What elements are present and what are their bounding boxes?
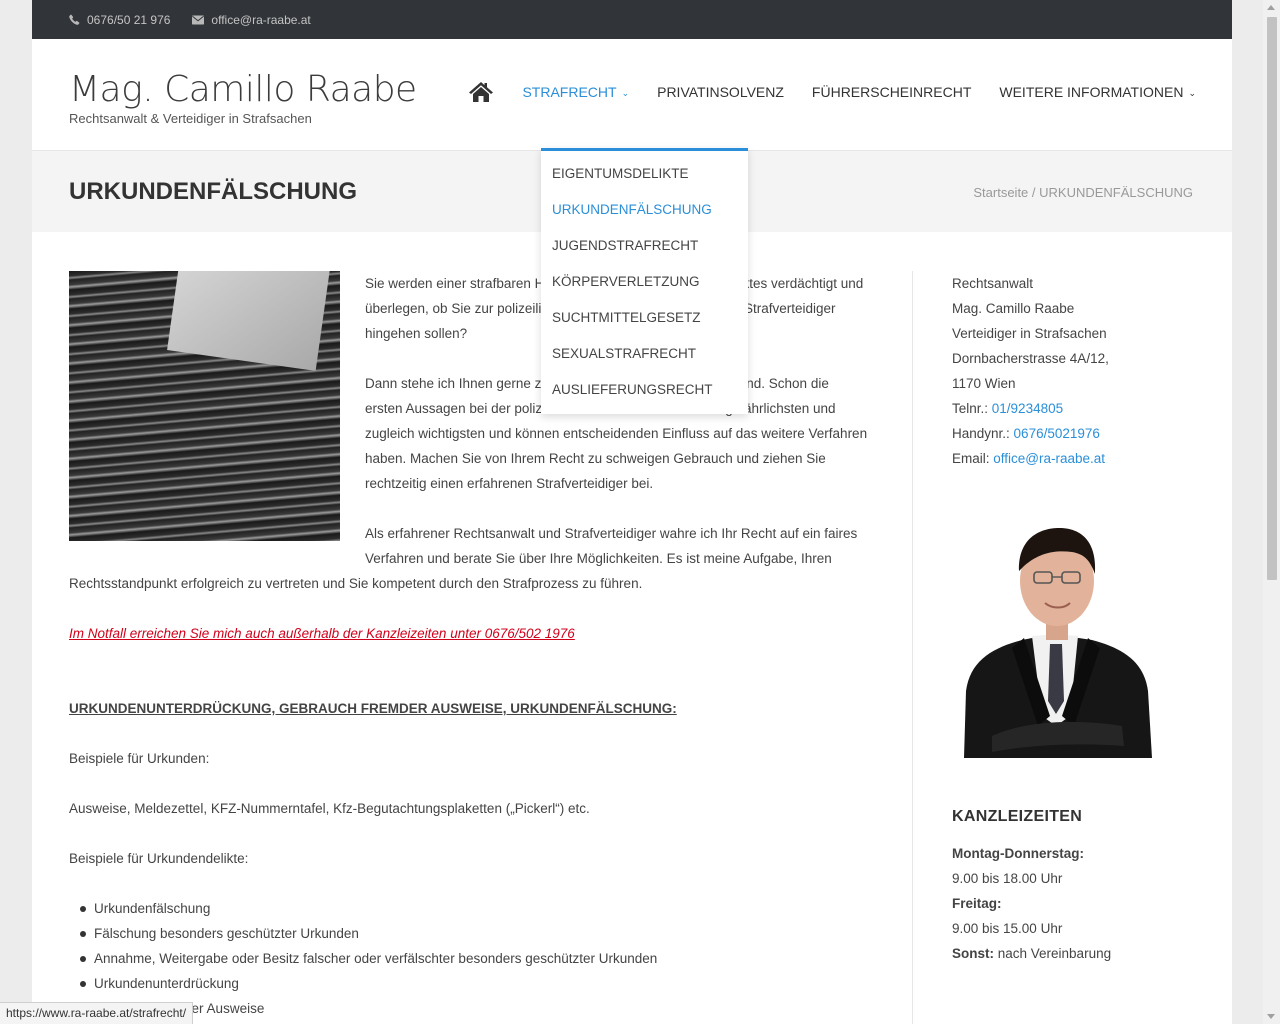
dropdown-item-eigentumsdelikte[interactable]: EIGENTUMSDELIKTE [541,156,748,192]
nav-home-link[interactable] [468,81,494,103]
tel-link[interactable]: 01/9234805 [992,401,1063,416]
top-bar: 0676/50 21 976 office@ra-raabe.at [32,0,1232,39]
lawyer-portrait [952,526,1162,758]
site-title[interactable]: Mag. Camillo Raabe [69,69,417,110]
site-subtitle: Rechtsanwalt & Verteidiger in Strafsache… [69,111,312,126]
breadcrumb-home-link[interactable]: Startseite [973,185,1028,200]
portrait-image [964,528,1152,758]
sidebar: Rechtsanwalt Mag. Camillo Raabe Verteidi… [952,271,1202,966]
list-item: Urkundenfälschung [69,896,869,921]
urkunden-examples-label: Beispiele für Urkunden: [69,751,210,766]
topbar-email[interactable]: office@ra-raabe.at [192,12,311,27]
scroll-down-arrow-icon[interactable] [1267,1014,1275,1019]
main-nav: STRAFRECHT ⌄ PRIVATINSOLVENZ FÜHRERSCHEI… [468,81,1196,103]
strafrecht-dropdown-menu: EIGENTUMSDELIKTE URKUNDENFÄLSCHUNG JUGEN… [541,148,748,414]
hours-sonst: Sonst: nach Vereinbarung [952,941,1202,966]
email-label: Email: [952,451,994,466]
topbar-email-text: office@ra-raabe.at [211,12,311,27]
scroll-up-arrow-icon[interactable] [1267,5,1275,10]
nav-strafrecht[interactable]: STRAFRECHT ⌄ [522,84,629,100]
nav-privatinsolvenz[interactable]: PRIVATINSOLVENZ [657,84,784,100]
sidebar-line-street: Dornbacherstrasse 4A/12, [952,351,1109,366]
hours-fr: 9.00 bis 15.00 Uhr [952,921,1063,936]
topbar-phone[interactable]: 0676/50 21 976 [69,13,170,27]
breadcrumb: Startseite / URKUNDENFÄLSCHUNG [973,185,1193,200]
topbar-phone-text: 0676/50 21 976 [87,12,171,27]
sidebar-email: Email: office@ra-raabe.at [952,446,1202,471]
hours-fr-label-text: Freitag: [952,896,1002,911]
tel-label: Telnr.: [952,401,992,416]
section-heading: URKUNDENUNTERDRÜCKUNG, GEBRAUCH FREMDER … [69,701,677,716]
dropdown-item-urkundenfaelschung[interactable]: URKUNDENFÄLSCHUNG [541,192,748,228]
urkunden-examples: Ausweise, Meldezettel, KFZ-Nummerntafel,… [69,801,590,816]
phone-icon [69,14,80,25]
page: 0676/50 21 976 office@ra-raabe.at Mag. C… [32,0,1232,1024]
page-title: URKUNDENFÄLSCHUNG [69,178,357,205]
dropdown-item-koerperverletzung[interactable]: KÖRPERVERLETZUNG [541,264,748,300]
handy-link[interactable]: 0676/5021976 [1014,426,1100,441]
nav-fuehrerscheinrecht-label: FÜHRERSCHEINRECHT [811,84,972,100]
column-divider [912,271,913,1024]
scrollbar-thumb[interactable] [1267,17,1277,580]
list-item: Fälschung besonders geschützter Urkunden [69,921,869,946]
chevron-down-icon: ⌄ [1188,88,1196,98]
site-header: Mag. Camillo Raabe Rechtsanwalt & Vertei… [32,39,1232,151]
nav-privatinsolvenz-label: PRIVATINSOLVENZ [657,84,784,100]
hours-mo-do: 9.00 bis 18.00 Uhr [952,871,1063,886]
email-link[interactable]: office@ra-raabe.at [993,451,1105,466]
nav-strafrecht-label: STRAFRECHT [522,84,617,100]
breadcrumb-separator: / [1028,185,1040,200]
sidebar-handy: Handynr.: 0676/5021976 [952,421,1202,446]
sidebar-tel: Telnr.: 01/9234805 [952,396,1202,421]
hours-mo-do-label: Montag-Donnerstag: [952,841,1202,866]
nav-weitere-informationen[interactable]: WEITERE INFORMATIONEN ⌄ [999,84,1196,100]
dropdown-item-sexualstrafrecht[interactable]: SEXUALSTRAFRECHT [541,336,748,372]
files-stack-image [69,271,340,541]
delikte-label: Beispiele für Urkundendelikte: [69,851,249,866]
sidebar-line-name: Mag. Camillo Raabe [952,301,1075,316]
notfall-link[interactable]: Im Notfall erreichen Sie mich auch außer… [69,621,869,646]
browser-status-bar: https://www.ra-raabe.at/strafrecht/ [0,1002,194,1024]
sidebar-line-city: 1170 Wien [952,376,1016,391]
chevron-down-icon: ⌄ [621,88,630,98]
kanzleizeiten-title: KANZLEIZEITEN [952,808,1083,825]
sidebar-line-rechtsanwalt: Rechtsanwalt [952,276,1034,291]
hours-mo-do-label-text: Montag-Donnerstag: [952,846,1084,861]
handy-label: Handynr.: [952,426,1014,441]
hours-fr-label: Freitag: [952,891,1202,916]
dropdown-item-jugendstrafrecht[interactable]: JUGENDSTRAFRECHT [541,228,748,264]
hours-sonst-value: nach Vereinbarung [994,946,1112,961]
dropdown-item-suchtmittelgesetz[interactable]: SUCHTMITTELGESETZ [541,300,748,336]
sidebar-line-verteidiger: Verteidiger in Strafsachen [952,326,1107,341]
breadcrumb-current: URKUNDENFÄLSCHUNG [1039,185,1193,200]
home-icon [469,82,494,102]
status-url: https://www.ra-raabe.at/strafrecht/ [6,1006,187,1020]
list-item: Annahme, Weitergabe oder Besitz falscher… [69,946,869,971]
dropdown-item-auslieferungsrecht[interactable]: AUSLIEFERUNGSRECHT [541,372,748,408]
hours-sonst-label: Sonst: [952,946,994,961]
nav-weitere-informationen-label: WEITERE INFORMATIONEN [999,84,1184,100]
main-content: Sie werden einer strafbaren Handlung ode… [69,271,869,1021]
envelope-icon [192,15,205,24]
paper-sheet [167,271,331,371]
vertical-scrollbar[interactable] [1263,0,1280,1024]
list-item: Urkundenunterdrückung [69,971,869,996]
nav-fuehrerscheinrecht[interactable]: FÜHRERSCHEINRECHT [812,84,971,100]
